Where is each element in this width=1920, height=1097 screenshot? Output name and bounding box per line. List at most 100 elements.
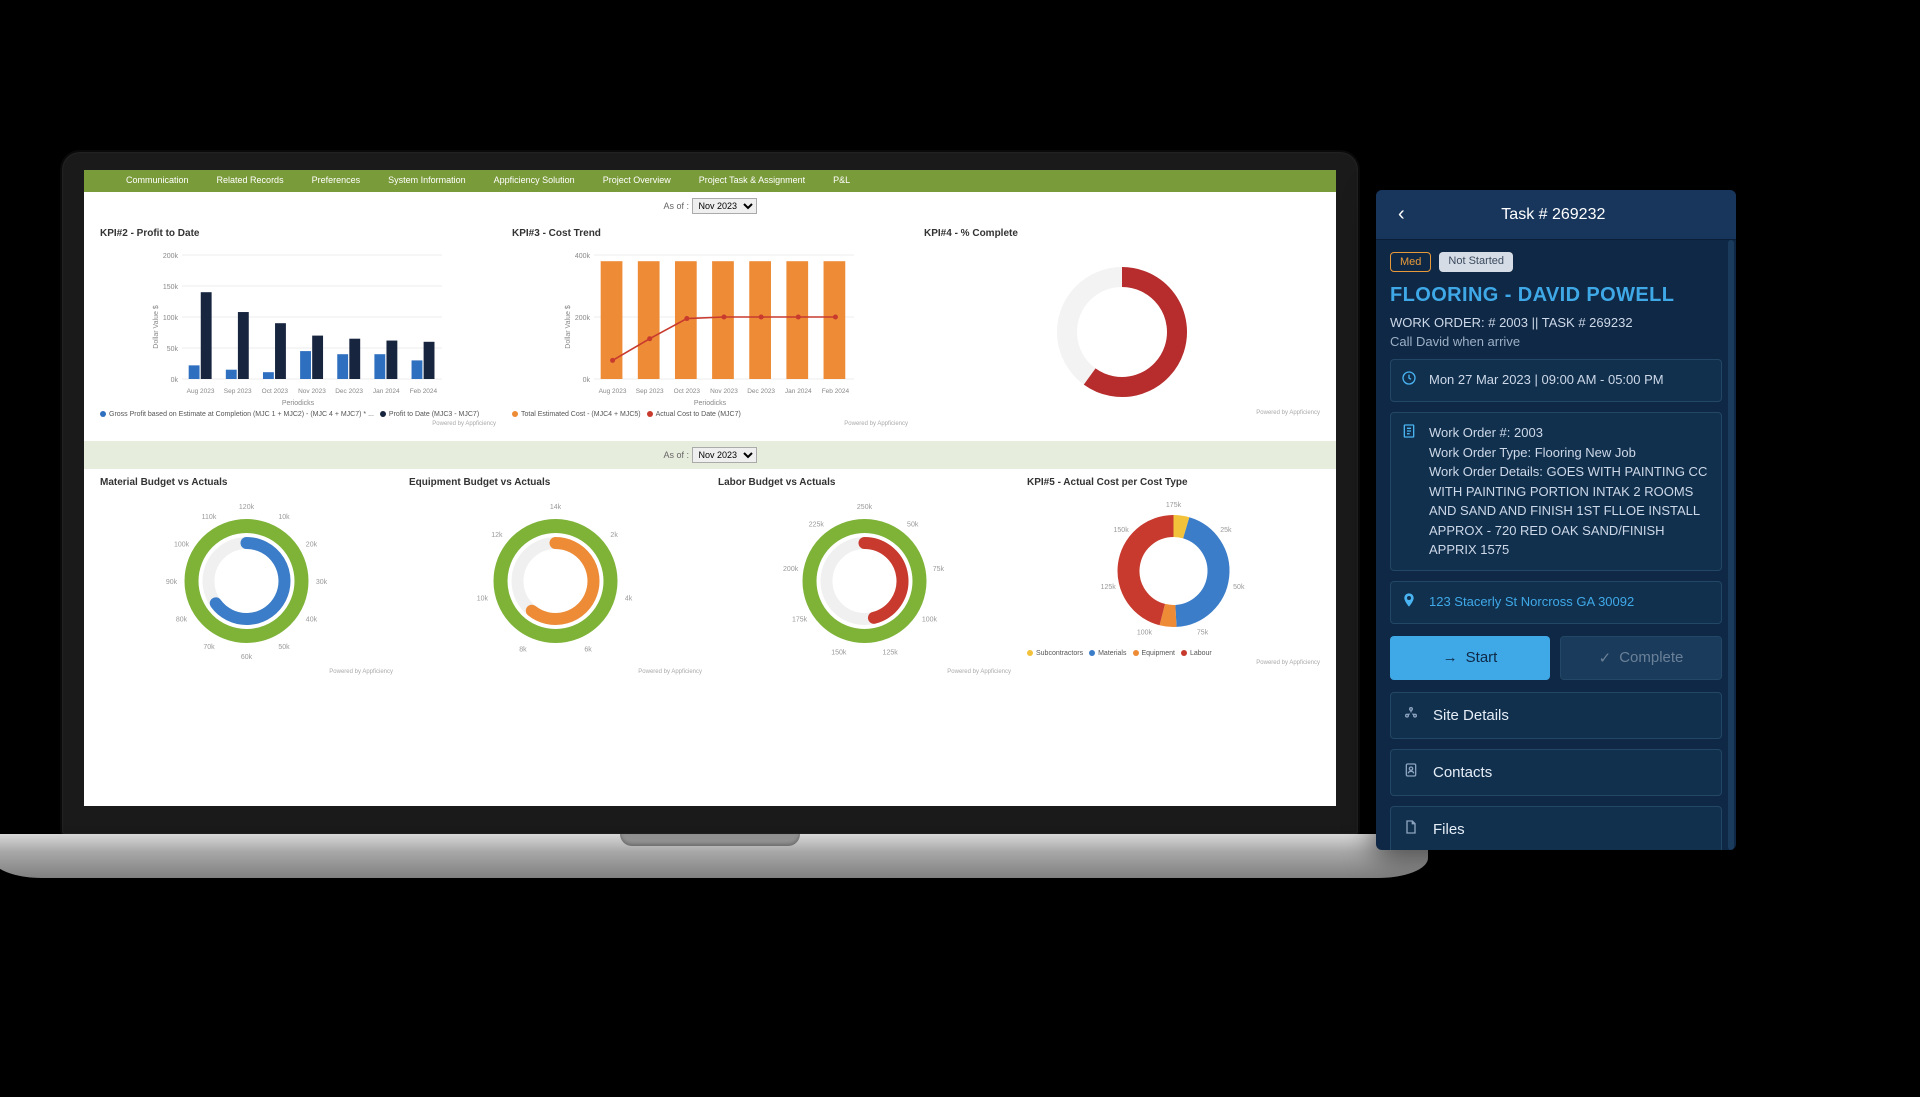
address-text: 123 Stacerly St Norcross GA 30092 (1429, 592, 1711, 613)
svg-text:80k: 80k (176, 617, 188, 624)
kpi2-panel: KPI#2 - Profit to Date 0k50k100k150k200k… (92, 224, 504, 431)
phone-mockup: ‹ Task # 269232 Med Not Started FLOORING… (1376, 190, 1736, 850)
kpi2-chart: 0k50k100k150k200kAug 2023Sep 2023Oct 202… (100, 247, 496, 407)
svg-text:100k: 100k (163, 315, 179, 322)
svg-text:20k: 20k (306, 542, 318, 549)
check-icon: ✓ (1599, 649, 1612, 667)
svg-text:125k: 125k (883, 649, 899, 656)
tab-project-task-assignment[interactable]: Project Task & Assignment (685, 170, 819, 192)
tab-project-overview[interactable]: Project Overview (589, 170, 685, 192)
tab-appficiency-solution[interactable]: Appficiency Solution (480, 170, 589, 192)
svg-text:Oct 2023: Oct 2023 (262, 388, 289, 395)
kpi5-panel: KPI#5 - Actual Cost per Cost Type 175k25… (1019, 473, 1328, 679)
back-icon[interactable]: ‹ (1390, 199, 1413, 230)
start-button[interactable]: → Start (1390, 636, 1550, 680)
kpi3-panel: KPI#3 - Cost Trend 0k200k400kAug 2023Sep… (504, 224, 916, 431)
svg-text:10k: 10k (278, 514, 290, 521)
address-card[interactable]: 123 Stacerly St Norcross GA 30092 (1390, 581, 1722, 624)
asof-select-2[interactable]: Nov 2023 (692, 447, 757, 463)
details-card: Work Order #: 2003 Work Order Type: Floo… (1390, 412, 1722, 571)
labor-title: Labor Budget vs Actuals (718, 477, 1011, 488)
details-text: Work Order #: 2003 Work Order Type: Floo… (1429, 423, 1711, 560)
svg-text:200k: 200k (575, 315, 591, 322)
phone-title: Task # 269232 (1413, 206, 1694, 224)
svg-text:Jan 2024: Jan 2024 (785, 388, 812, 395)
svg-text:175k: 175k (1166, 502, 1182, 509)
svg-text:200k: 200k (783, 566, 799, 573)
accordion-label: Site Details (1433, 707, 1509, 724)
accordion-label: Contacts (1433, 764, 1492, 781)
svg-text:400k: 400k (575, 253, 591, 260)
labor-chart: 250k50k75k100k125k150k175k200k225k (718, 496, 1011, 666)
laptop-base (0, 834, 1428, 878)
labor-footer: Powered by Appficiency (718, 669, 1011, 675)
svg-text:250k: 250k (857, 504, 873, 511)
work-order-line: WORK ORDER: # 2003 || TASK # 269232 (1390, 315, 1722, 330)
kpi3-chart: 0k200k400kAug 2023Sep 2023Oct 2023Nov 20… (512, 247, 908, 407)
kpi3-legend: Total Estimated Cost - (MJC4 + MJC5) Act… (512, 411, 908, 418)
tab-preferences[interactable]: Preferences (298, 170, 375, 192)
svg-text:75k: 75k (933, 566, 945, 573)
svg-text:Feb 2024: Feb 2024 (410, 388, 438, 395)
equipment-footer: Powered by Appficiency (409, 669, 702, 675)
kpi2-title: KPI#2 - Profit to Date (100, 228, 496, 239)
kpi5-title: KPI#5 - Actual Cost per Cost Type (1027, 477, 1320, 488)
svg-text:Periodicks: Periodicks (694, 400, 727, 407)
asof-select[interactable]: Nov 2023 (692, 198, 757, 214)
svg-text:100k: 100k (174, 542, 190, 549)
tab-system-information[interactable]: System Information (374, 170, 480, 192)
kpi4-title: KPI#4 - % Complete (924, 228, 1320, 239)
equipment-title: Equipment Budget vs Actuals (409, 477, 702, 488)
kpi2-legend: Gross Profit based on Estimate at Comple… (100, 411, 496, 418)
svg-text:Nov 2023: Nov 2023 (298, 388, 326, 395)
complete-button[interactable]: ✓ Complete (1560, 636, 1722, 680)
svg-text:60k: 60k (241, 654, 253, 661)
svg-text:8k: 8k (519, 647, 527, 654)
dashboard-row-2: Material Budget vs Actuals 120k 10k 20k 30k… (84, 469, 1336, 689)
svg-text:30k: 30k (316, 579, 328, 586)
svg-text:Dollar Value $: Dollar Value $ (565, 305, 572, 349)
accordion-label: Files (1433, 821, 1465, 838)
svg-text:Dec 2023: Dec 2023 (335, 388, 363, 395)
svg-text:40k: 40k (306, 617, 318, 624)
kpi4-footer: Powered by Appficiency (924, 410, 1320, 416)
material-footer: Powered by Appficiency (100, 669, 393, 675)
svg-text:Dollar Value $: Dollar Value $ (153, 305, 160, 349)
accordion-files[interactable]: Files (1390, 806, 1722, 850)
svg-text:Periodicks: Periodicks (282, 400, 315, 407)
kpi5-footer: Powered by Appficiency (1027, 660, 1320, 666)
svg-text:200k: 200k (163, 253, 179, 260)
clock-icon (1401, 370, 1419, 391)
asof-bar-2: As of : Nov 2023 (84, 441, 1336, 469)
laptop-bezel: Communication Related Records Preference… (60, 150, 1360, 836)
material-title: Material Budget vs Actuals (100, 477, 393, 488)
nav-tabs: Communication Related Records Preference… (84, 170, 1336, 192)
status-badge: Not Started (1439, 252, 1513, 272)
equipment-chart: 14k2k4k6k8k10k12k (409, 496, 702, 666)
contacts-icon (1403, 762, 1421, 783)
kpi5-chart: 175k25k50k75k100k125k150k (1027, 496, 1320, 646)
phone-scrollbar[interactable] (1728, 240, 1734, 850)
svg-text:4k: 4k (625, 596, 633, 603)
svg-text:12k: 12k (491, 532, 503, 539)
svg-text:Sep 2023: Sep 2023 (224, 388, 252, 395)
tab-pnl[interactable]: P&L (819, 170, 864, 192)
svg-text:175k: 175k (792, 617, 808, 624)
tab-related-records[interactable]: Related Records (203, 170, 298, 192)
labor-panel: Labor Budget vs Actuals 250k50k75k100k12… (710, 473, 1019, 679)
svg-text:120k: 120k (239, 504, 255, 511)
location-icon (1401, 592, 1419, 613)
datetime-text: Mon 27 Mar 2023 | 09:00 AM - 05:00 PM (1429, 370, 1711, 391)
phone-header: ‹ Task # 269232 (1376, 190, 1736, 240)
document-icon (1401, 423, 1419, 560)
svg-text:0k: 0k (171, 377, 179, 384)
svg-text:Nov 2023: Nov 2023 (710, 388, 738, 395)
accordion-contacts[interactable]: Contacts (1390, 749, 1722, 796)
accordion-site-details[interactable]: Site Details (1390, 692, 1722, 739)
svg-text:70k: 70k (203, 644, 215, 651)
kpi2-footer: Powered by Appficiency (100, 421, 496, 427)
material-panel: Material Budget vs Actuals 120k 10k 20k 30k… (92, 473, 401, 679)
svg-text:Aug 2023: Aug 2023 (187, 388, 215, 395)
svg-text:Jan 2024: Jan 2024 (373, 388, 400, 395)
tab-communication[interactable]: Communication (112, 170, 203, 192)
